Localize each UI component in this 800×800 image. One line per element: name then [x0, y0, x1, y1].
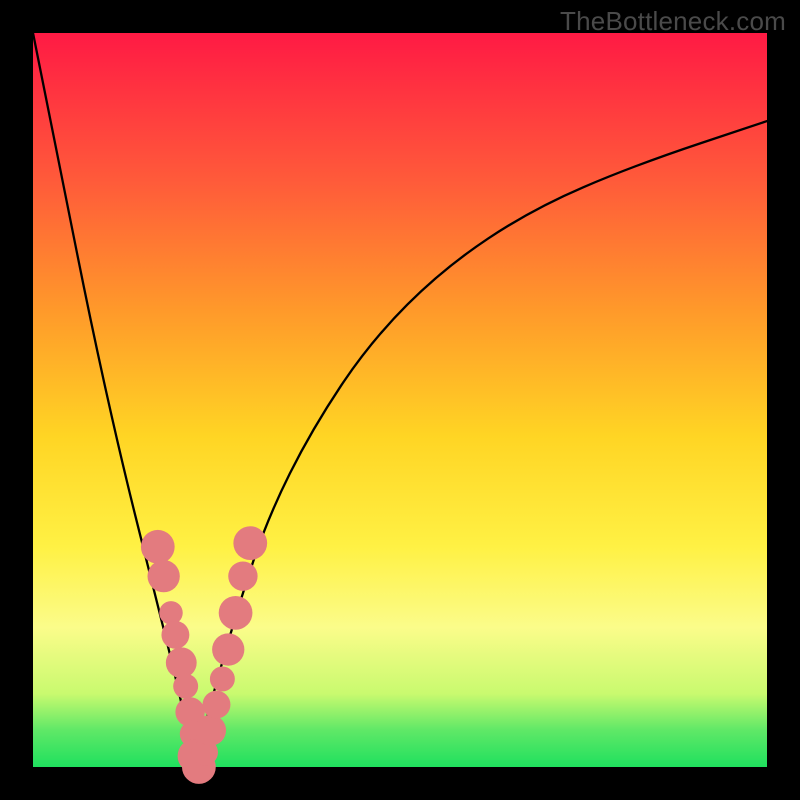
highlight-dot	[159, 601, 182, 624]
highlight-dot	[166, 647, 197, 678]
highlight-dot	[173, 674, 198, 699]
highlight-dot	[141, 530, 175, 564]
highlight-dot	[228, 561, 257, 590]
watermark-text: TheBottleneck.com	[560, 6, 786, 37]
curve-layer	[33, 33, 767, 767]
highlight-dot	[195, 715, 226, 746]
chart-frame: TheBottleneck.com	[0, 0, 800, 800]
highlight-dot	[203, 691, 231, 719]
highlight-dot	[210, 666, 235, 691]
plot-area	[33, 33, 767, 767]
highlight-dot	[219, 596, 253, 630]
highlight-dots-group	[141, 526, 267, 784]
bottleneck-curve	[33, 33, 767, 751]
highlight-dot	[233, 526, 267, 560]
highlight-dot	[161, 621, 189, 649]
highlight-dot	[212, 633, 244, 665]
highlight-dot	[148, 560, 180, 592]
